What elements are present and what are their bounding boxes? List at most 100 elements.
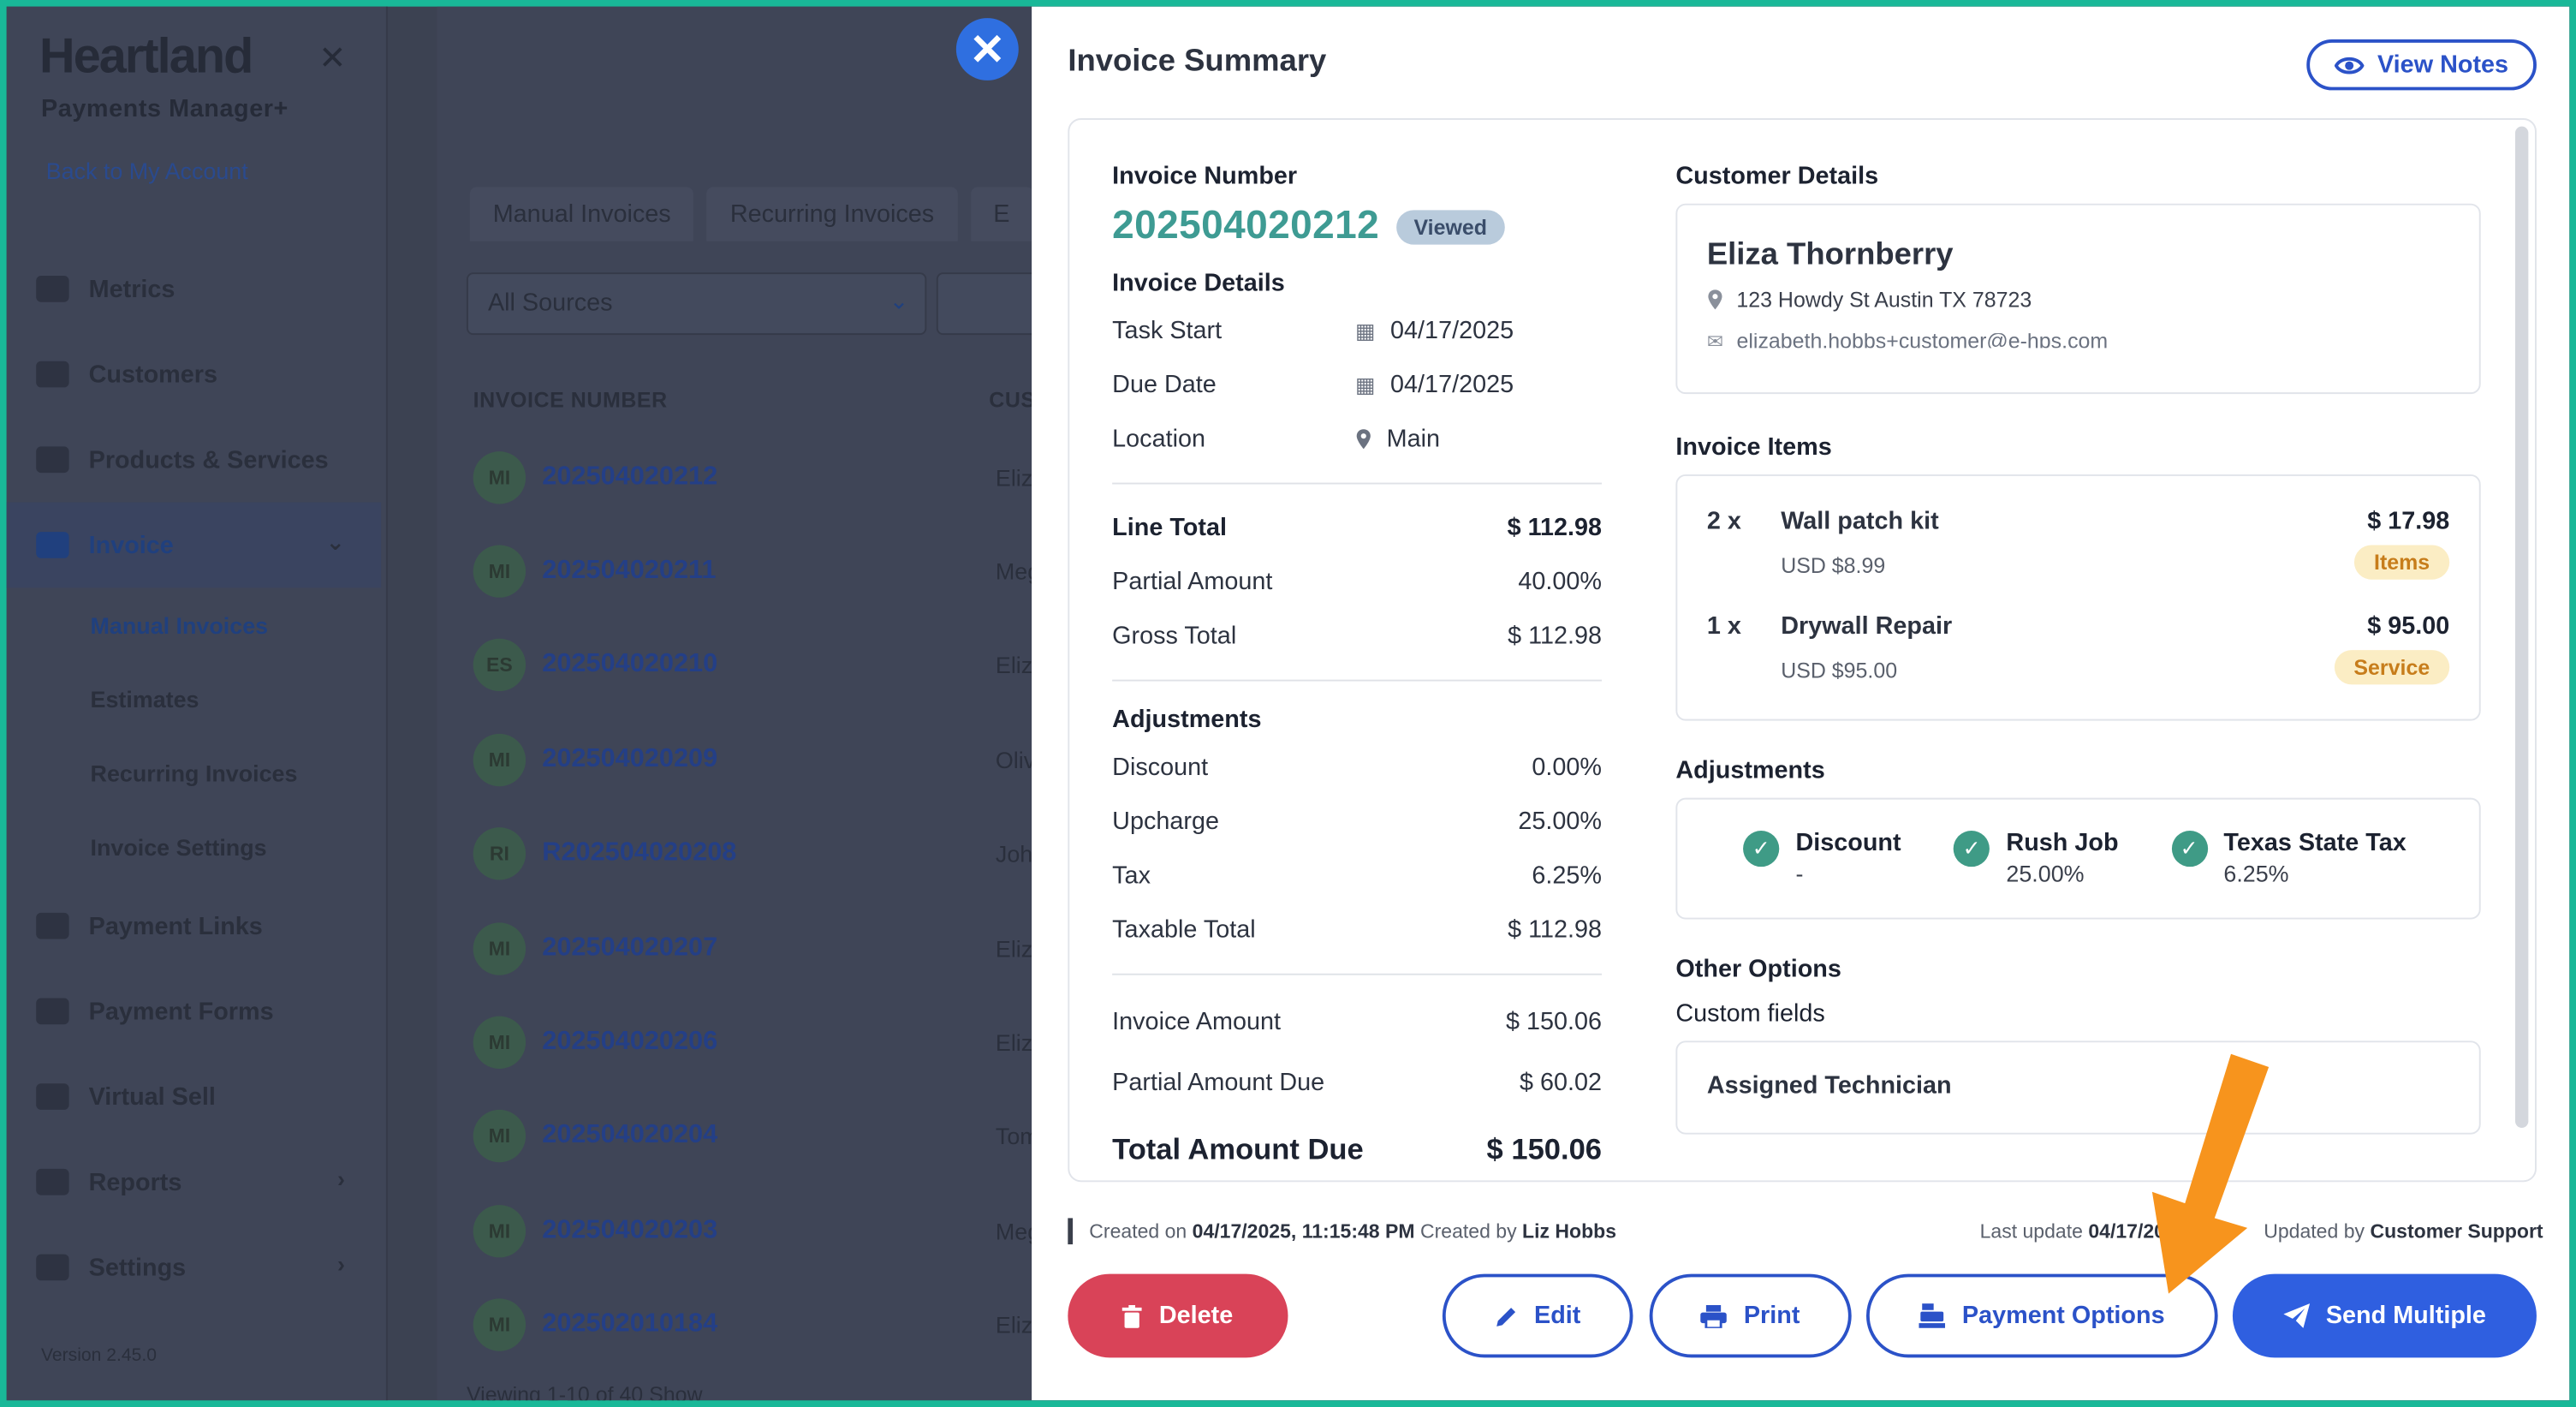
- edit-button[interactable]: Edit: [1442, 1273, 1633, 1358]
- list-item: 2 x Wall patch kit USD $8.99 $ 17.98 Ite…: [1706, 503, 2450, 608]
- users-icon: [36, 361, 69, 388]
- row-value: $ 150.06: [1505, 1008, 1603, 1036]
- sidebar-item-products[interactable]: Products & Services: [7, 417, 382, 503]
- envelope-icon: ✉: [1706, 333, 1724, 349]
- column-header-customer: CUS: [989, 387, 1036, 413]
- sidebar-subitem-recurring-invoices[interactable]: Recurring Invoices: [7, 736, 382, 809]
- invoice-number-link[interactable]: R202504020208: [542, 839, 736, 869]
- customer-column: Customer Details Eliza Thornberry 123 Ho…: [1675, 163, 2481, 1135]
- callout-arrow-icon: [2151, 1053, 2270, 1294]
- table-row[interactable]: MI 202504020211 Meg: [473, 524, 1040, 618]
- table-row[interactable]: MI 202502010184 Eliza: [473, 1278, 1042, 1372]
- invoice-items-card: 2 x Wall patch kit USD $8.99 $ 17.98 Ite…: [1675, 474, 2481, 721]
- sidebar-item-label: Customers: [88, 360, 217, 389]
- products-icon: [36, 446, 69, 474]
- view-notes-button[interactable]: View Notes: [2306, 39, 2537, 91]
- row-value: 40.00%: [1518, 568, 1603, 596]
- sidebar-item-invoice[interactable]: Invoice ⌄: [6, 502, 382, 588]
- discount-row: Discount 0.00%: [1112, 741, 1602, 795]
- sidebar-item-virtual-sell[interactable]: Virtual Sell: [7, 1054, 382, 1140]
- sidebar-subitem-manual-invoices[interactable]: Manual Invoices: [7, 587, 382, 661]
- row-label: Line Total: [1112, 514, 1227, 542]
- sidebar-item-metrics[interactable]: Metrics: [7, 247, 382, 332]
- divider: [1112, 973, 1603, 975]
- invoice-number-link[interactable]: 202504020209: [542, 745, 717, 775]
- close-modal-button[interactable]: ✕: [955, 18, 1019, 80]
- sidebar-item-payment-forms[interactable]: Payment Forms: [7, 969, 382, 1054]
- item-unit-price: USD $95.00: [1781, 658, 1898, 683]
- invoice-number-link[interactable]: 202504020211: [542, 557, 716, 587]
- taxable-total-row: Taxable Total $ 112.98: [1112, 903, 1602, 957]
- report-icon: [36, 1168, 69, 1195]
- invoice-info-column: Invoice Number 202504020212 Viewed Invoi…: [1112, 163, 1603, 1181]
- table-row[interactable]: RI R202504020208 John: [473, 807, 1042, 901]
- adjustment-value: 6.25%: [2223, 860, 2289, 887]
- sidebar-subitem-invoice-settings[interactable]: Invoice Settings: [7, 809, 382, 883]
- detail-label: Task Start: [1112, 316, 1223, 345]
- pagination-summary: Viewing 1-10 of 40 Show: [466, 1382, 703, 1401]
- printer-icon: [1700, 1304, 1728, 1327]
- detail-value: 04/17/2025: [1390, 316, 1514, 345]
- partial-amount-due-row: Partial Amount Due $ 60.02: [1112, 1052, 1602, 1113]
- detail-location: Location Main: [1112, 412, 1602, 466]
- adjustment-value: -: [1795, 860, 1804, 887]
- sidebar-item-settings[interactable]: Settings ›: [7, 1225, 382, 1310]
- tab-manual-invoices[interactable]: Manual Invoices: [469, 187, 694, 241]
- invoice-number-link[interactable]: 202504020212: [542, 462, 717, 492]
- invoice-icon: [36, 532, 69, 558]
- source-filter-select[interactable]: All Sources ⌄: [466, 272, 927, 336]
- home-icon: [36, 276, 69, 302]
- upcharge-row: Upcharge 25.00%: [1112, 795, 1602, 849]
- adjustment-label: Rush Job: [2006, 829, 2119, 857]
- table-row[interactable]: ES 202504020210 Eliza: [473, 618, 1042, 712]
- table-row[interactable]: MI 202504020212 Eliza: [473, 430, 1042, 524]
- paper-plane-icon: [2282, 1303, 2310, 1328]
- item-qty: 2 x: [1706, 507, 1741, 535]
- table-row[interactable]: MI 202504020206 Eliza: [473, 995, 1042, 1089]
- tab-recurring-invoices[interactable]: Recurring Invoices: [706, 187, 958, 241]
- sidebar-item-payment-links[interactable]: Payment Links: [7, 883, 382, 969]
- edit-label: Edit: [1534, 1302, 1581, 1330]
- other-options-heading: Other Options: [1675, 955, 1841, 984]
- print-button[interactable]: Print: [1649, 1273, 1852, 1358]
- table-row[interactable]: MI 202504020204 Tom: [473, 1089, 1039, 1183]
- invoice-number-link[interactable]: 202504020210: [542, 651, 717, 681]
- meta-label: Created by: [1419, 1219, 1517, 1243]
- delete-button[interactable]: Delete: [1068, 1273, 1288, 1358]
- item-name: Drywall Repair: [1781, 612, 1953, 641]
- item-type-badge: Service: [2334, 650, 2450, 685]
- screen-frame: Heartland Payments Manager+ ✕ Back to My…: [6, 6, 2570, 1401]
- sidebar-close-icon[interactable]: ✕: [318, 38, 346, 79]
- sidebar-item-label: Products & Services: [88, 445, 329, 474]
- delete-label: Delete: [1158, 1302, 1234, 1330]
- invoice-number-link[interactable]: 202504020206: [542, 1028, 717, 1058]
- adjustment-value: 25.00%: [2006, 860, 2085, 887]
- table-row[interactable]: MI 202504020207 Eliza: [473, 901, 1042, 995]
- sidebar-nav: Metrics Customers Products & Services In…: [6, 247, 382, 1310]
- row-value: $ 60.02: [1519, 1068, 1603, 1097]
- invoice-number-link[interactable]: 202502010184: [542, 1310, 717, 1340]
- scrollbar[interactable]: [2514, 126, 2529, 1128]
- invoice-summary-card: Invoice Number 202504020212 Viewed Invoi…: [1068, 118, 2537, 1183]
- row-label: Discount: [1112, 753, 1209, 782]
- table-row[interactable]: MI 202504020209 Olivi: [473, 712, 1040, 807]
- back-to-account-link[interactable]: Back to My Account: [46, 158, 248, 184]
- invoice-number-link[interactable]: 202504020203: [542, 1216, 717, 1246]
- source-filter-value: All Sources: [487, 289, 613, 317]
- check-circle-icon: ✓: [1954, 831, 1990, 867]
- table-row[interactable]: MI 202504020203 Meg: [473, 1183, 1040, 1278]
- sidebar-item-label: Settings: [88, 1253, 187, 1282]
- sidebar-subitem-estimates[interactable]: Estimates: [7, 662, 382, 736]
- created-on-value: 04/17/2025, 11:15:48 PM: [1192, 1219, 1415, 1243]
- invoice-items-heading: Invoice Items: [1675, 433, 1832, 462]
- column-header-invoice-number: INVOICE NUMBER: [473, 387, 668, 413]
- tab-estimates[interactable]: E: [970, 187, 1033, 241]
- sidebar-item-reports[interactable]: Reports ›: [7, 1139, 382, 1225]
- sidebar-item-customers[interactable]: Customers: [7, 331, 382, 417]
- custom-fields-heading: Custom fields: [1675, 999, 1825, 1028]
- row-value: $ 150.06: [1486, 1131, 1603, 1166]
- invoice-number-link[interactable]: 202504020204: [542, 1122, 717, 1152]
- avatar: MI: [473, 733, 527, 786]
- invoice-number-link[interactable]: 202504020207: [542, 933, 717, 963]
- avatar: MI: [473, 450, 527, 504]
